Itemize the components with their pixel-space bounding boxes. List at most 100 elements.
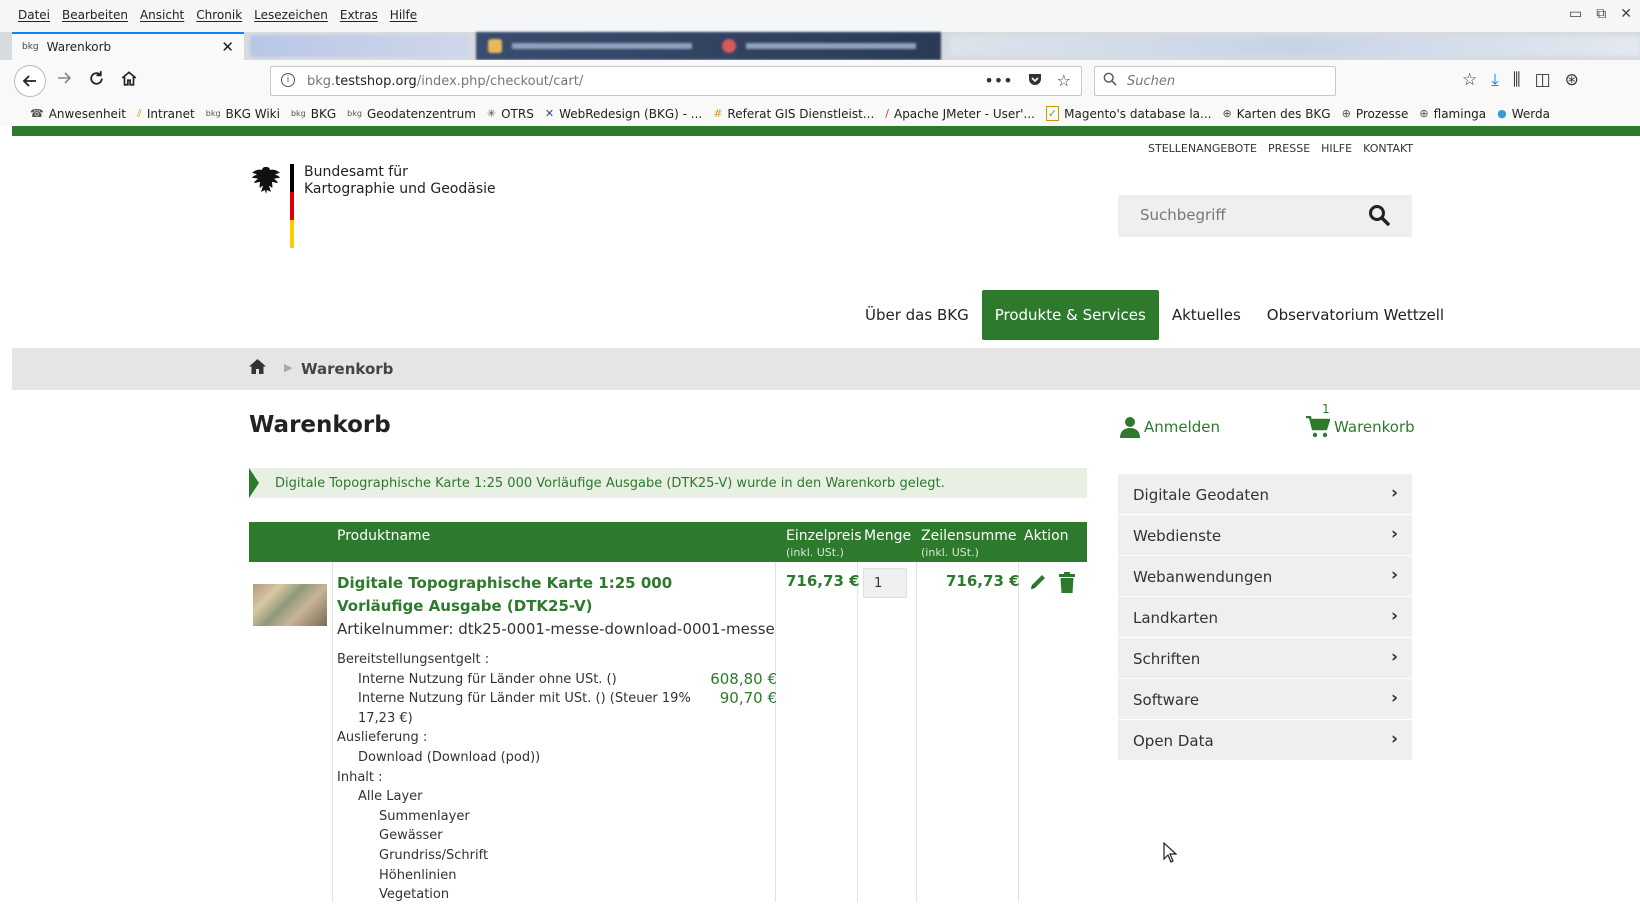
main-nav: Über das BKG Produkte & Services Aktuell… (852, 290, 1457, 340)
col-qty: Menge (864, 528, 912, 544)
sidebar-item-label: Digitale Geodaten (1133, 486, 1270, 504)
tab-blurred[interactable] (250, 35, 470, 57)
browser-search-input[interactable]: Suchen (1094, 66, 1336, 96)
tab-title: Warenkorb (46, 40, 112, 54)
tab-blurred-group[interactable] (476, 32, 941, 60)
bookmark-label: Karten des BKG (1236, 106, 1331, 121)
option-label: Inhalt : (337, 769, 383, 785)
menu-bearbeiten[interactable]: Bearbeiten (62, 8, 128, 22)
site-search-placeholder: Suchbegriff (1140, 206, 1226, 224)
bookmark-item[interactable]: ☎ Anwesenheit (30, 106, 126, 121)
bookmark-item[interactable]: ✓ Magento's database la... (1045, 106, 1212, 121)
nav-presse[interactable]: PRESSE (1268, 142, 1310, 155)
chevron-right-icon: › (1390, 729, 1398, 749)
delete-trash-icon[interactable] (1058, 572, 1075, 593)
chevron-right-icon: › (1390, 483, 1398, 503)
restore-icon[interactable]: ⧉ (1596, 6, 1606, 22)
nav-stellenangebote[interactable]: STELLENANGEBOTE (1148, 142, 1257, 155)
bookmark-star-icon[interactable]: ☆ (1057, 71, 1071, 91)
menu-lesezeichen[interactable]: Lesezeichen (254, 8, 328, 22)
product-thumbnail[interactable] (253, 584, 327, 626)
globe-icon: ⊕ (1222, 107, 1232, 120)
column-divider (916, 562, 917, 902)
sidebar-item-software[interactable]: Software › (1118, 679, 1412, 720)
login-label: Anmelden (1144, 418, 1221, 436)
site-search-input[interactable]: Suchbegriff (1118, 195, 1412, 237)
info-icon[interactable]: i (281, 73, 295, 87)
sidebar-icon[interactable]: ◫ (1535, 70, 1551, 90)
sidebar-item-webdienste[interactable]: Webdienste › (1118, 515, 1412, 556)
bookmark-item[interactable]: ⊕ flaminga (1419, 106, 1486, 121)
bookmark-item[interactable]: ✕ WebRedesign (BKG) - ... (545, 106, 702, 121)
search-icon[interactable] (1368, 204, 1390, 232)
nav-aktuelles[interactable]: Aktuelles (1159, 290, 1254, 340)
reload-icon[interactable] (88, 70, 105, 92)
bookmark-label: Magento's database la... (1064, 106, 1212, 121)
breadcrumb-separator-icon: ▶ (284, 361, 293, 374)
chevron-right-icon: › (1390, 524, 1398, 544)
menu-ansicht[interactable]: Ansicht (140, 8, 184, 22)
search-placeholder: Suchen (1127, 74, 1176, 89)
minimize-icon[interactable]: ▭ (1569, 6, 1582, 22)
tab-close-icon[interactable]: ✕ (221, 38, 234, 56)
bookmark-label: Werda (1511, 106, 1551, 121)
bookmark-icon: ⫽ (136, 106, 142, 120)
bookmark-item[interactable]: bkg BKG (291, 106, 336, 121)
quantity-input[interactable]: 1 (863, 568, 907, 598)
cart-count-badge: 1 (1322, 402, 1330, 416)
forward-icon[interactable] (56, 70, 72, 91)
nav-kontakt[interactable]: KONTAKT (1363, 142, 1413, 155)
bookmark-item[interactable]: # Referat GIS Dienstleist... (713, 106, 874, 121)
home-icon[interactable] (248, 358, 267, 380)
bookmark-label: Anwesenheit (48, 106, 126, 121)
col-row-total: Zeilensumme (inkl. USt.) (921, 528, 1017, 559)
bookmark-item[interactable]: ● Werda (1497, 106, 1550, 121)
federal-eagle-icon (252, 167, 280, 194)
page-actions-icon[interactable]: ••• (984, 71, 1012, 91)
library-bookmark-icon[interactable]: ☆ (1462, 70, 1477, 90)
product-options: Bereitstellungsentgelt : Interne Nutzung… (337, 650, 777, 905)
tab-warenkorb[interactable]: bkg Warenkorb ✕ (12, 32, 244, 60)
sidebar-item-label: Webdienste (1133, 527, 1222, 545)
column-divider (857, 562, 858, 902)
bookmark-icon: ✕ (544, 107, 555, 120)
login-link[interactable]: Anmelden (1120, 416, 1220, 438)
nav-ueber-das-bkg[interactable]: Über das BKG (852, 290, 982, 340)
sidebar-item-schriften[interactable]: Schriften › (1118, 638, 1412, 679)
sync-icon[interactable]: ⊛ (1565, 70, 1579, 90)
nav-produkte-services[interactable]: Produkte & Services (981, 290, 1159, 340)
bookmark-item[interactable]: ⊕ Prozesse (1342, 106, 1409, 121)
library-icon[interactable]: ⫼ (1513, 70, 1521, 90)
cart-link[interactable]: Warenkorb (1306, 416, 1415, 438)
bookmark-item[interactable]: bkg BKG Wiki (206, 106, 280, 121)
nav-hilfe[interactable]: HILFE (1321, 142, 1352, 155)
product-name-link[interactable]: Digitale Topographische Karte 1:25 000 V… (337, 572, 757, 618)
sidebar-item-label: Open Data (1133, 732, 1214, 750)
bookmark-item[interactable]: / Apache JMeter - User'... (885, 106, 1035, 121)
chevron-right-icon: › (1390, 647, 1398, 667)
edit-pencil-icon[interactable] (1028, 572, 1048, 597)
bookmark-item[interactable]: ⫽ Intranet (137, 106, 195, 121)
menu-extras[interactable]: Extras (340, 8, 378, 22)
sidebar-item-webanwendungen[interactable]: Webanwendungen › (1118, 556, 1412, 597)
sidebar-item-digitale-geodaten[interactable]: Digitale Geodaten › (1118, 474, 1412, 515)
menu-hilfe[interactable]: Hilfe (390, 8, 417, 22)
sidebar-item-open-data[interactable]: Open Data › (1118, 720, 1412, 761)
url-bar[interactable]: i bkg.testshop.org/index.php/checkout/ca… (270, 66, 1082, 96)
nav-observatorium-wettzell[interactable]: Observatorium Wettzell (1254, 290, 1457, 340)
bookmark-label: Prozesse (1355, 106, 1409, 121)
sidebar-item-landkarten[interactable]: Landkarten › (1118, 597, 1412, 638)
home-icon[interactable] (120, 69, 138, 92)
back-icon[interactable] (14, 65, 46, 97)
download-icon[interactable]: ⤓ (1491, 70, 1499, 90)
bookmark-item[interactable]: ⊕ Karten des BKG (1222, 106, 1330, 121)
bookmark-icon: / (885, 107, 889, 120)
bookmark-label: Referat GIS Dienstleist... (727, 106, 875, 121)
menu-datei[interactable]: Datei (18, 8, 50, 22)
bookmark-item[interactable]: bkg Geodatenzentrum (347, 106, 476, 121)
close-window-icon[interactable]: ✕ (1620, 6, 1632, 22)
bookmark-item[interactable]: ✳ OTRS (487, 106, 534, 121)
pocket-icon[interactable] (1027, 71, 1043, 91)
menu-chronik[interactable]: Chronik (196, 8, 242, 22)
bookmark-label: Apache JMeter - User'... (893, 106, 1035, 121)
